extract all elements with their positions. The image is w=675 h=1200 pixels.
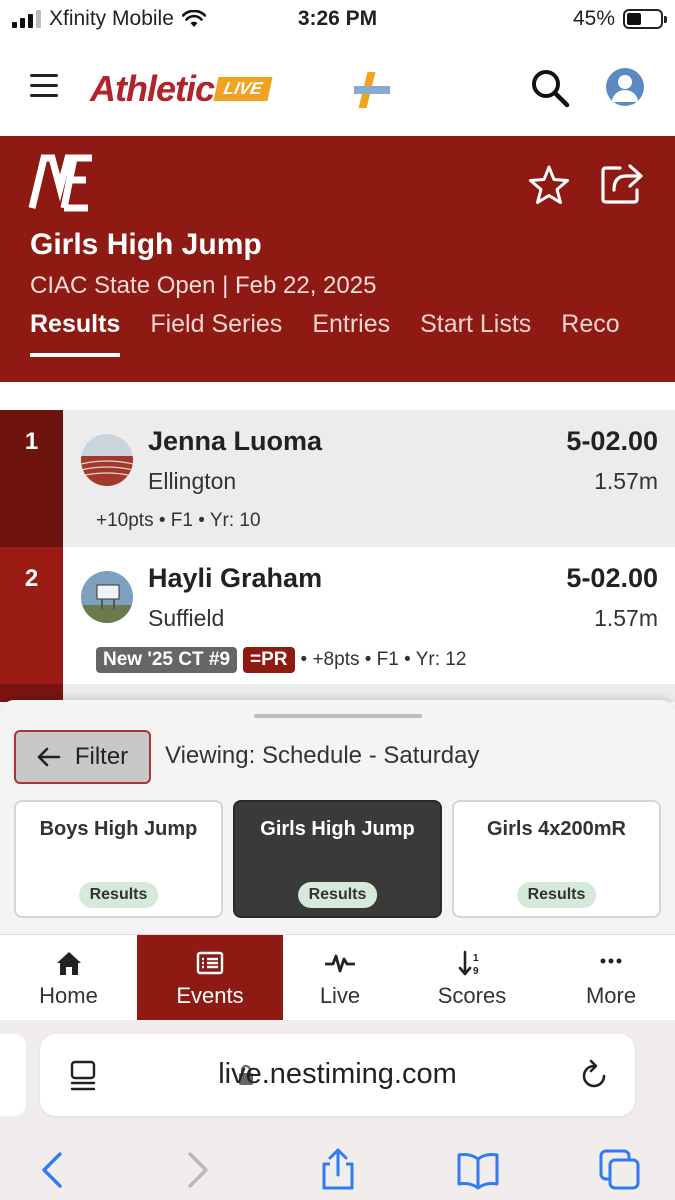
status-bar: Xfinity Mobile 3:26 PM 45% — [0, 0, 675, 40]
schedule-sheet: Filter Viewing: Schedule - Saturday Boys… — [0, 700, 675, 934]
address-bar[interactable]: live.nestiming.com — [40, 1034, 635, 1116]
svg-text:1: 1 — [473, 953, 479, 964]
result-meta: New '25 CT #9 =PR • +8pts • F1 • Yr: 12 — [96, 647, 466, 673]
app-header: Athletic LIVE — [0, 40, 675, 136]
result-meta: +10pts • F1 • Yr: 10 — [96, 510, 261, 532]
bookmarks-icon[interactable] — [456, 1148, 500, 1192]
nav-events[interactable]: Events — [137, 935, 283, 1021]
nav-label: Home — [39, 983, 98, 1008]
result-meta-text: • +8pts • F1 • Yr: 12 — [300, 649, 467, 670]
rank-column: 2 — [0, 547, 63, 684]
url-text: live.nestiming.com — [218, 1058, 457, 1090]
filter-button[interactable]: Filter — [14, 730, 151, 784]
share-icon[interactable] — [600, 162, 644, 204]
event-tabs: Results Field Series Entries Start Lists… — [30, 310, 620, 357]
event-cards: Boys High Jump Results Girls High Jump R… — [14, 800, 661, 918]
result-meta-text: +10pts • F1 • Yr: 10 — [96, 510, 261, 531]
result-row[interactable]: 2 Hayli Graham Suffield 5-02.00 1.57m Ne… — [0, 547, 675, 684]
nav-label: Events — [176, 983, 244, 1008]
nav-label: Scores — [437, 983, 507, 1008]
athlete-name: Hayli Graham — [148, 563, 323, 593]
event-card-girls-4x200mr[interactable]: Girls 4x200mR Results — [452, 800, 661, 918]
nav-scores[interactable]: 1 9 Scores — [397, 935, 547, 1021]
result-row[interactable]: 1 Jenna Luoma Ellington 5-02.00 1.57m +1… — [0, 410, 675, 547]
rank-number: 2 — [24, 565, 39, 592]
ne-logo — [28, 154, 92, 212]
record-badge: New '25 CT #9 — [96, 647, 238, 673]
menu-icon[interactable] — [30, 74, 58, 98]
results-pill: Results — [297, 882, 378, 908]
browser-chrome: live.nestiming.com — [0, 1020, 675, 1200]
search-icon[interactable] — [530, 68, 570, 108]
result-mark-metric: 1.57m — [594, 605, 658, 631]
nav-more[interactable]: More — [547, 935, 675, 1021]
nav-live[interactable]: Live — [283, 935, 397, 1021]
results-pill: Results — [78, 882, 159, 908]
athlete-school: Ellington — [148, 468, 237, 494]
result-mark-metric: 1.57m — [594, 468, 658, 494]
logo-main-text: Athletic — [90, 68, 215, 109]
result-mark: 5-02.00 — [566, 563, 658, 593]
event-card-boys-high-jump[interactable]: Boys High Jump Results — [14, 800, 223, 918]
sheet-handle[interactable] — [254, 714, 422, 718]
sort-icon: 1 9 — [458, 950, 479, 977]
battery-icon — [623, 9, 667, 29]
athlete-avatar — [81, 434, 133, 486]
rank-number: 1 — [24, 428, 39, 455]
plus-logo-icon[interactable] — [352, 70, 392, 110]
svg-text:9: 9 — [473, 966, 479, 977]
rank-column: 1 — [0, 410, 63, 547]
viewing-label: Viewing: Schedule - Saturday — [165, 742, 480, 769]
athletic-live-logo[interactable]: Athletic LIVE — [90, 68, 273, 110]
athlete-school: Suffield — [148, 605, 225, 631]
account-icon[interactable] — [606, 68, 644, 106]
tab-results[interactable]: Results — [30, 310, 121, 357]
event-subtitle: CIAC State Open | Feb 22, 2025 — [30, 272, 377, 299]
status-right: 45% — [572, 7, 667, 31]
tabs-icon[interactable] — [598, 1148, 642, 1192]
nav-home[interactable]: Home — [0, 935, 137, 1021]
filter-label: Filter — [74, 743, 129, 770]
event-card-girls-high-jump[interactable]: Girls High Jump Results — [233, 800, 442, 918]
nav-label: Live — [319, 983, 361, 1008]
result-mark: 5-02.00 — [566, 426, 658, 456]
tab-field-series[interactable]: Field Series — [150, 310, 282, 357]
event-card-title: Boys High Jump — [39, 818, 198, 840]
list-icon — [196, 951, 224, 975]
back-icon[interactable] — [30, 1148, 74, 1192]
event-title: Girls High Jump — [30, 228, 262, 261]
tab-entries[interactable]: Entries — [312, 310, 390, 357]
tab-records[interactable]: Reco — [561, 310, 619, 357]
favorite-star-icon[interactable] — [528, 164, 570, 206]
battery-percent: 45% — [572, 7, 615, 30]
more-icon — [600, 958, 622, 964]
bottom-nav: Home Events Live 1 9 Scores More — [0, 934, 675, 1021]
tab-start-lists[interactable]: Start Lists — [420, 310, 531, 357]
share-sheet-icon[interactable] — [316, 1148, 360, 1192]
arrow-left-icon — [37, 747, 61, 767]
reload-icon[interactable] — [580, 1058, 610, 1092]
nav-label: More — [585, 983, 637, 1008]
event-card-title: Girls High Jump — [260, 818, 415, 840]
pulse-icon — [325, 954, 355, 973]
athlete-name: Jenna Luoma — [148, 426, 323, 456]
event-card-title: Girls 4x200mR — [487, 818, 626, 840]
home-icon — [56, 952, 81, 975]
pr-badge: =PR — [243, 647, 295, 673]
results-list: 1 Jenna Luoma Ellington 5-02.00 1.57m +1… — [0, 410, 675, 684]
previous-tab-edge[interactable] — [0, 1034, 26, 1116]
logo-live-text: LIVE — [213, 77, 273, 101]
athlete-avatar — [81, 571, 133, 623]
event-banner: Girls High Jump CIAC State Open | Feb 22… — [0, 136, 675, 382]
forward-icon[interactable] — [176, 1148, 220, 1192]
results-pill: Results — [516, 882, 597, 908]
